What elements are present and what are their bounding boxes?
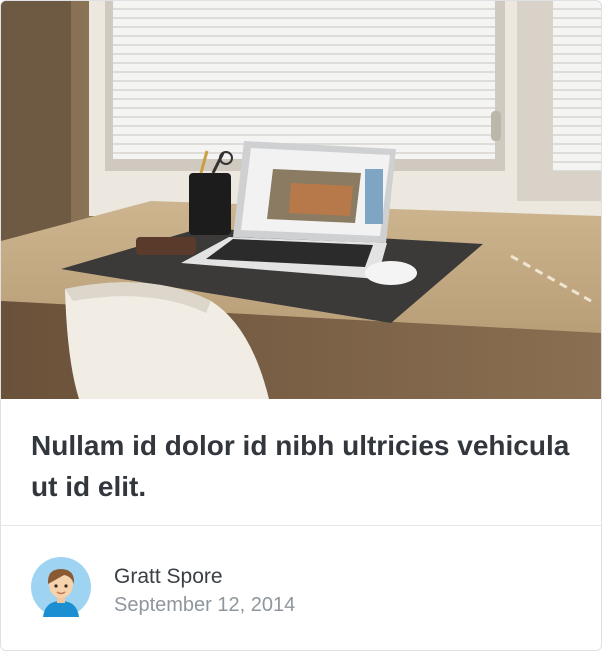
- post-date: September 12, 2014: [114, 594, 296, 616]
- post-title-section: Nullam id dolor id nibh ultricies vehicu…: [1, 399, 601, 526]
- post-image[interactable]: [1, 1, 601, 399]
- post-card[interactable]: Nullam id dolor id nibh ultricies vehicu…: [0, 0, 602, 651]
- post-title[interactable]: Nullam id dolor id nibh ultricies vehicu…: [31, 425, 571, 507]
- author-section: Gratt Spore September 12, 2014: [1, 526, 601, 650]
- author-name[interactable]: Gratt Spore: [114, 565, 223, 589]
- boy-avatar-icon[interactable]: [31, 557, 91, 617]
